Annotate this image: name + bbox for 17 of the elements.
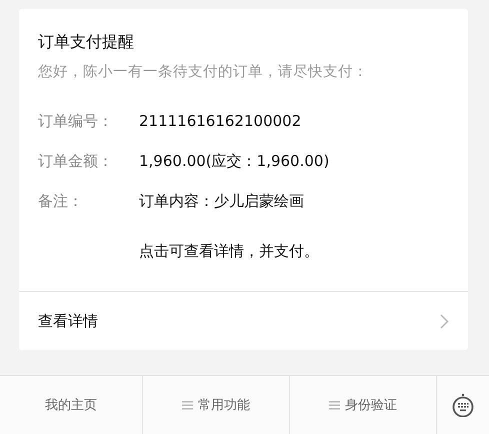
greeting-text: 您好，陈小一有一条待支付的订单，请尽快支付：	[38, 63, 369, 82]
field-value: 21111616162100002	[139, 112, 302, 130]
card-title: 订单支付提醒	[38, 31, 135, 53]
field-value: 订单内容：少儿启蒙绘画	[139, 192, 304, 210]
menu-tab[interactable]: 我的主页	[0, 376, 143, 434]
field-label: 订单金额：	[38, 152, 114, 170]
keyboard-icon[interactable]	[452, 393, 474, 417]
menu-icon	[329, 400, 340, 410]
note-text: 点击可查看详情，并支付。	[139, 242, 319, 260]
menu-tab[interactable]: 身份验证	[290, 376, 437, 434]
field-value: 1,960.00(应交：1,960.00)	[139, 152, 330, 170]
menu-tab[interactable]: 常用功能	[143, 376, 290, 434]
chevron-right-icon	[440, 314, 449, 328]
field-label: 备注：	[38, 192, 84, 210]
view-details-link[interactable]: 查看详情	[19, 291, 468, 350]
menu-icon	[182, 400, 193, 410]
field-label: 订单编号：	[38, 112, 114, 130]
